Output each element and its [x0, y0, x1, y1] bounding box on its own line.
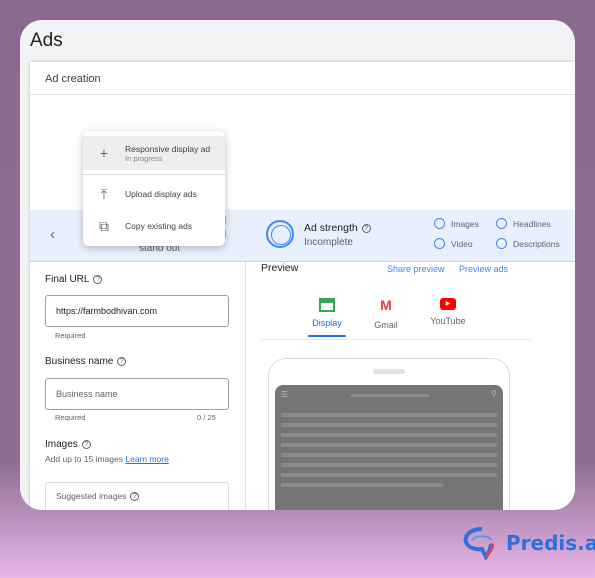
- menu-item-responsive-display-ad[interactable]: + Responsive display ad In progress: [83, 136, 225, 170]
- ad-creation-panel: Ad creation ‹ nd nd stand out Ad strengt…: [30, 62, 575, 510]
- help-icon[interactable]: ?: [81, 439, 91, 449]
- menu-icon: ☰: [281, 390, 289, 399]
- help-text: Add up to 15 images: [45, 454, 123, 464]
- help-icon[interactable]: ?: [93, 274, 103, 284]
- phone-mockup: ☰ ⚲: [268, 358, 510, 510]
- help-icon[interactable]: ?: [117, 356, 127, 366]
- placeholder-bar: [351, 394, 429, 397]
- tab-label: YouTube: [430, 316, 466, 326]
- images-label: Images?: [45, 439, 91, 450]
- menu-item-copy-existing-ads[interactable]: ⧉ Copy existing ads: [83, 215, 225, 237]
- speaker: [373, 369, 405, 374]
- learn-more-link[interactable]: Learn more: [125, 454, 168, 464]
- circle-icon: [434, 238, 445, 249]
- label-text: Suggested images: [56, 491, 127, 501]
- menu-sublabel: In progress: [125, 153, 163, 163]
- copy-icon: ⧉: [99, 217, 109, 234]
- tab-gmail[interactable]: M Gmail: [361, 298, 411, 330]
- panel-header: Ad creation: [45, 73, 101, 85]
- plus-icon: +: [99, 145, 109, 161]
- display-icon: [319, 298, 335, 312]
- menu-label: Copy existing ads: [125, 221, 193, 231]
- phone-screen: ☰ ⚲: [275, 385, 503, 510]
- check-images: Images: [434, 218, 479, 229]
- help-icon[interactable]: ?: [361, 223, 371, 233]
- preview-ads-link[interactable]: Preview ads: [459, 264, 508, 274]
- check-label: Descriptions: [513, 238, 560, 249]
- tab-youtube[interactable]: ▶ YouTube: [423, 298, 473, 326]
- business-name-input[interactable]: Business name: [45, 378, 229, 410]
- label-text: Business name: [45, 356, 114, 367]
- tab-label: Gmail: [374, 320, 398, 330]
- required-hint: Required: [55, 413, 86, 422]
- placeholder-bar: [281, 433, 497, 437]
- tab-display[interactable]: Display: [302, 298, 352, 337]
- placeholder-bar: [281, 453, 497, 457]
- youtube-icon: ▶: [440, 298, 456, 310]
- predis-logo: Predis.ai: [462, 526, 595, 560]
- check-label: Headlines: [513, 218, 551, 229]
- menu-label: Upload display ads: [125, 189, 197, 199]
- check-label: Video: [451, 238, 473, 249]
- predis-logo-icon: [463, 527, 494, 560]
- check-headlines: Headlines: [496, 218, 551, 229]
- divider: [83, 174, 225, 175]
- placeholder-bar: [281, 423, 497, 427]
- circle-icon: [496, 218, 507, 229]
- images-help: Add up to 15 images Learn more: [45, 454, 169, 464]
- required-hint: Required: [55, 331, 86, 340]
- help-icon[interactable]: ?: [130, 492, 140, 502]
- business-name-label: Business name?: [45, 356, 127, 367]
- brand-name: Predis.ai: [506, 531, 595, 555]
- divider: [245, 262, 246, 510]
- upload-icon: ⤒: [100, 185, 108, 202]
- placeholder-bar: [281, 463, 497, 467]
- placeholder-bar: [281, 443, 497, 447]
- divider: [261, 339, 531, 340]
- check-label: Images: [451, 218, 479, 229]
- gmail-icon: M: [380, 297, 392, 313]
- chevron-left-icon[interactable]: ‹: [50, 226, 55, 243]
- menu-item-upload-display-ads[interactable]: ⤒ Upload display ads: [83, 183, 225, 205]
- label-text: Final URL: [45, 274, 90, 285]
- search-icon: ⚲: [491, 389, 497, 398]
- preview-title: Preview: [261, 262, 299, 274]
- ad-strength-ring-icon: [266, 220, 294, 248]
- circle-icon: [496, 238, 507, 249]
- new-ad-menu: + Responsive display ad In progress ⤒ Upl…: [83, 131, 225, 246]
- final-url-label: Final URL?: [45, 274, 103, 285]
- char-count: 0 / 25: [197, 413, 216, 422]
- ad-strength-text: Ad strength: [304, 222, 358, 234]
- placeholder-bar: [281, 413, 497, 417]
- placeholder-bar: [281, 473, 497, 477]
- tab-label: Display: [312, 318, 342, 328]
- label-text: Images: [45, 439, 78, 450]
- circle-icon: [434, 218, 445, 229]
- final-url-input[interactable]: https://farmbodhivan.com: [45, 295, 229, 327]
- share-preview-link[interactable]: Share preview: [387, 264, 445, 274]
- page-title: Ads: [30, 30, 63, 51]
- ad-strength-label: Ad strength?: [304, 222, 371, 234]
- menu-label: Responsive display ad: [125, 143, 211, 154]
- suggested-images-box[interactable]: Suggested images?: [45, 482, 229, 510]
- check-descriptions: Descriptions: [496, 238, 560, 249]
- check-video: Video: [434, 238, 473, 249]
- ad-strength-status: Incomplete: [304, 237, 353, 248]
- divider: [30, 94, 575, 95]
- active-tab-indicator: [308, 335, 346, 337]
- placeholder-bar: [281, 483, 443, 487]
- app-window: Ads Ad creation ‹ nd nd stand out Ad str…: [20, 20, 575, 510]
